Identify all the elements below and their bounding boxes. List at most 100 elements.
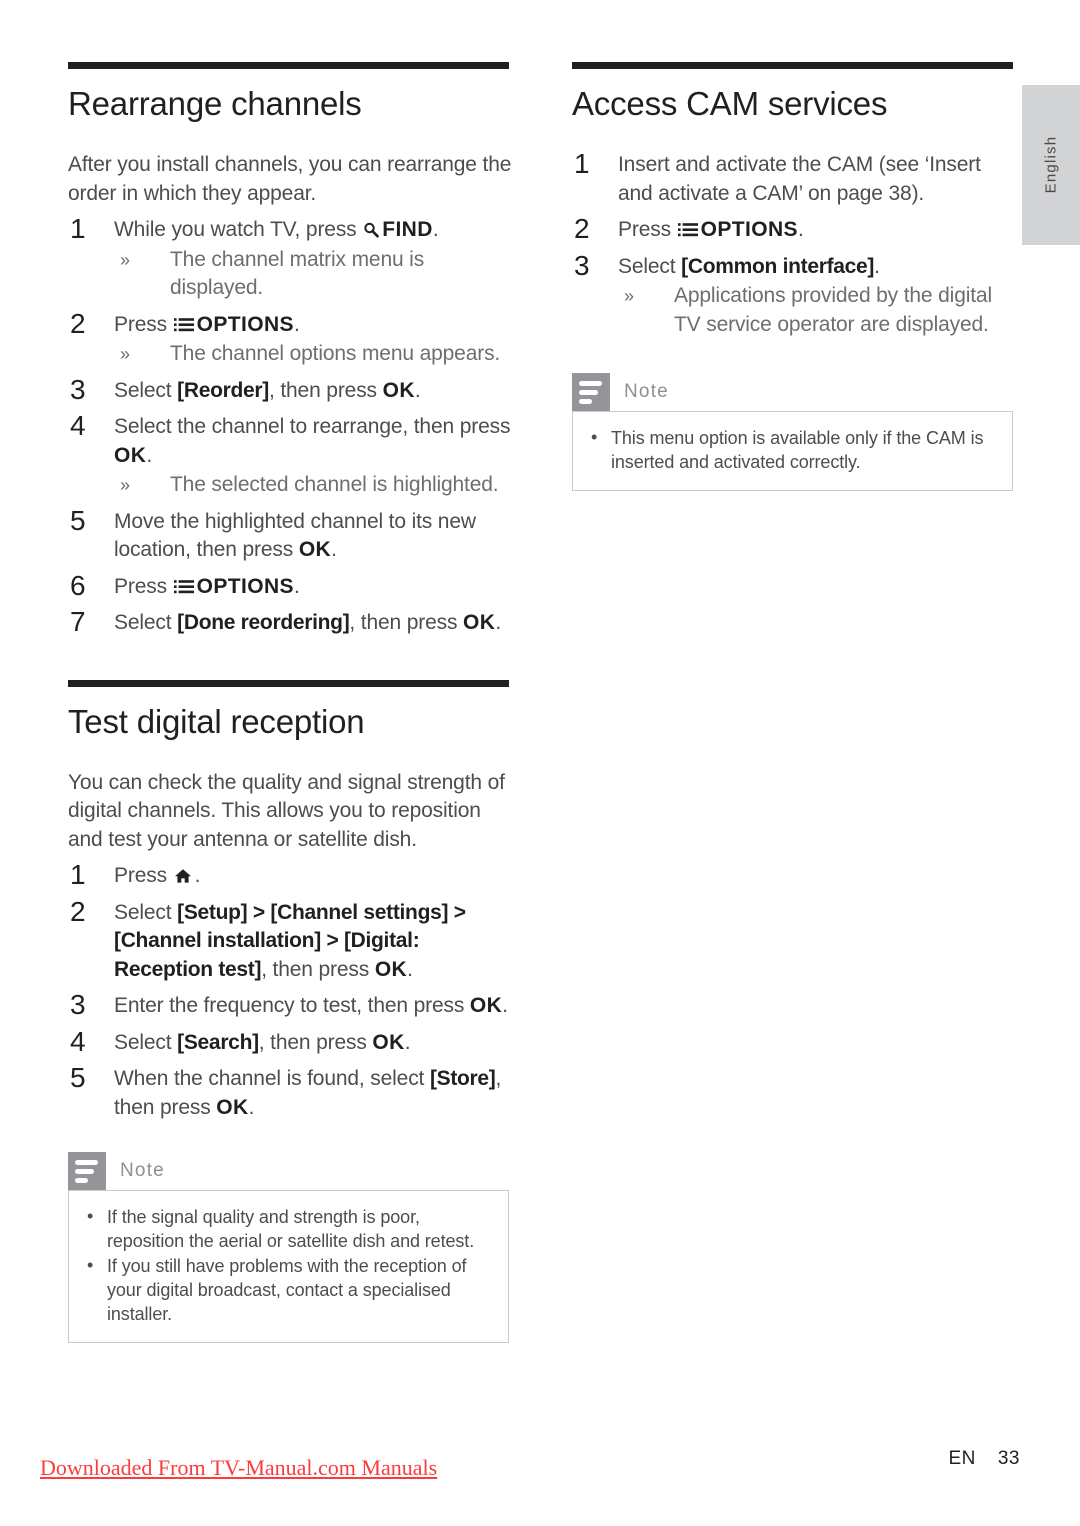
step-text-mid: , then press [261,957,370,981]
step-text-after: . [495,611,502,634]
note-body: • If the signal quality and strength is … [68,1190,509,1343]
step-text-after: . [146,443,152,467]
step-text-before: Select [114,1030,172,1054]
step-text-after: . [404,1030,411,1054]
section-test-digital-reception: Test digital reception You can check the… [68,679,515,1343]
note-header: Note [68,1152,509,1190]
step-text-before: Press [114,864,167,887]
step-item: 3 Enter the frequency to test, then pres… [68,989,515,1021]
key-label: OPTIONS [196,312,294,336]
step-number: 1 [70,213,86,244]
menu-option-label: [Common interface] [681,254,875,278]
bullet-icon: • [87,1255,94,1275]
step-item: 2 Select [Setup] > [Channel settings] > … [68,896,515,985]
page-title-test-digital-reception: Test digital reception [68,702,365,740]
section-rearrange-channels: Rearrange channels After you install cha… [68,62,515,638]
steps-list-access-cam: 1 Insert and activate the CAM (see ‘Inse… [572,148,1019,340]
step-item: 5 When the channel is found, select [Sto… [68,1062,515,1122]
step-text: Select [Done reordering], then press OK. [114,609,515,638]
step-text: Press OPTIONS. [114,573,515,602]
key-label: OK [469,994,503,1017]
chevron-right-icon: » [120,475,130,495]
step-item: 2 Press OPTIONS. [572,213,1019,245]
step-item: 5 Move the highlighted channel to its ne… [68,505,515,565]
options-icon [173,313,194,331]
section-rule [68,62,509,69]
bullet-icon: • [591,427,598,447]
watermark-link[interactable]: Downloaded From TV-Manual.com Manuals [40,1455,437,1481]
step-text: Select the channel to rearrange, then pr… [114,413,515,470]
step-text-after: . [502,994,508,1017]
menu-option-label: [Done reordering] [177,611,350,634]
note-list-item: • If you still have problems with the re… [83,1254,492,1326]
step-result: » The selected channel is highlighted. [114,471,515,500]
chevron-right-icon: » [624,286,634,306]
note-list-item: • This menu option is available only if … [587,426,996,474]
step-text-before: Select the channel to rearrange, then pr… [114,415,511,438]
step-text-before: Move the highlighted channel to its new … [114,509,476,562]
key-label: OK [374,957,408,981]
step-text: Select [Common interface]. [618,253,1019,282]
step-item: 1 Press . [68,859,515,891]
step-item: 1 Insert and activate the CAM (see ‘Inse… [572,148,1019,208]
footer-page-number: 33 [997,1448,1020,1469]
step-item: 1 While you watch TV, press FIND. » The … [68,213,515,303]
step-text-after: . [248,1095,255,1119]
options-icon [677,218,698,237]
step-text-before: When the channel is found, select [114,1067,425,1090]
note-list: • If the signal quality and strength is … [83,1205,492,1326]
step-text-after: . [293,574,300,598]
step-result-text: The channel options menu appears. [170,342,501,365]
section-access-cam-services: Access CAM services 1 Insert and activat… [572,62,1019,491]
step-text-after: . [797,218,804,241]
note-list: • This menu option is available only if … [587,426,996,474]
step-number: 2 [70,307,86,339]
step-number: 1 [70,859,86,890]
step-text-before: While you watch TV, press [114,218,357,241]
step-result-text: The selected channel is highlighted. [170,473,499,496]
note-list-item: • If the signal quality and strength is … [83,1205,492,1253]
key-label: OPTIONS [700,218,798,241]
key-label: OK [372,1030,405,1054]
step-text-mid: , then press [268,378,377,402]
step-result-text: The channel matrix menu is displayed. [170,247,425,300]
steps-list-rearrange: 1 While you watch TV, press FIND. » The … [68,213,515,638]
intro-paragraph: You can check the quality and signal str… [68,770,505,851]
note-body: • This menu option is available only if … [572,411,1013,491]
bullet-icon: • [87,1206,94,1226]
key-label: OK [298,538,332,561]
step-number: 1 [574,148,590,179]
note-icon [572,373,610,411]
step-text-after: . [293,312,300,336]
home-icon [174,864,192,883]
step-number: 2 [70,895,86,927]
menu-option-label: [Store] [429,1067,496,1090]
step-text-mid: , then press [349,611,458,634]
menu-option-label: [Reorder] [177,378,269,402]
step-text: Select [Search], then press OK. [114,1029,515,1058]
section-rule [68,679,509,687]
chevron-right-icon: » [120,249,130,270]
step-text-before: Press [114,574,167,598]
key-label: OPTIONS [196,574,294,598]
step-result: » Applications provided by the digital T… [618,282,1019,339]
step-text-after: . [432,218,439,241]
step-text: Move the highlighted channel to its new … [114,508,515,565]
step-text: Enter the frequency to test, then press … [114,992,515,1021]
key-label: OK [114,443,147,467]
step-item: 7 Select [Done reordering], then press O… [68,606,515,638]
key-label: FIND [382,218,433,241]
note-title: Note [120,1160,165,1181]
step-number: 5 [70,1062,86,1093]
step-number: 4 [70,410,86,441]
step-item: 4 Select the channel to rearrange, then … [68,410,515,500]
step-text-before: Select [618,254,676,278]
key-label: OK [216,1095,249,1119]
step-item: 3 Select [Reorder], then press OK. [68,374,515,406]
left-column: Rearrange channels After you install cha… [68,62,515,1343]
menu-option-label: [Search] [177,1030,259,1054]
step-item: 3 Select [Common interface]. » Applicati… [572,250,1019,340]
step-number: 3 [70,373,86,405]
steps-list-test-reception: 1 Press . 2 Select [Setup] > [Channel se… [68,859,515,1122]
step-text-before: Select [114,900,172,924]
